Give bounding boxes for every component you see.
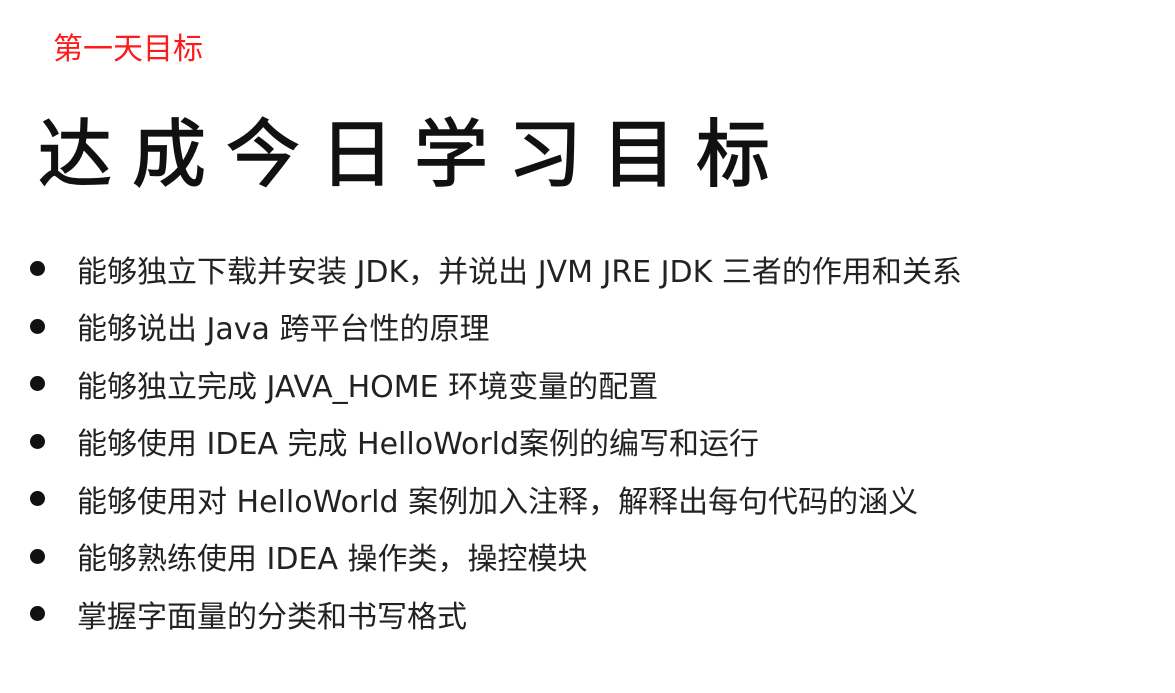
bullet-icon	[30, 606, 45, 622]
goal-list: 能够独立下载并安装 JDK，并说出 JVM JRE JDK 三者的作用和关系 能…	[30, 240, 962, 643]
goal-text: 掌握字面量的分类和书写格式	[77, 599, 467, 635]
goal-item-6: 能够熟练使用 IDEA 操作类，操控模块	[30, 528, 962, 586]
bullet-icon	[30, 548, 45, 564]
bullet-icon	[30, 433, 45, 449]
day-label: 第一天目标	[53, 32, 203, 67]
page-title: 达成今日学习目标	[37, 111, 790, 199]
goal-item-3: 能够独立完成 JAVA_HOME 环境变量的配置	[30, 355, 962, 413]
goal-text: 能够独立完成 JAVA_HOME 环境变量的配置	[77, 369, 659, 405]
bullet-icon	[30, 318, 45, 334]
goal-item-7: 掌握字面量的分类和书写格式	[30, 585, 962, 643]
goal-text: 能够说出 Java 跨平台性的原理	[77, 312, 490, 348]
goal-item-2: 能够说出 Java 跨平台性的原理	[30, 298, 962, 356]
goal-item-1: 能够独立下载并安装 JDK，并说出 JVM JRE JDK 三者的作用和关系	[30, 240, 962, 298]
goal-text: 能够熟练使用 IDEA 操作类，操控模块	[77, 542, 588, 578]
bullet-icon	[30, 376, 45, 392]
slide-page: 第一天目标 达成今日学习目标 能够独立下载并安装 JDK，并说出 JVM JRE…	[0, 0, 1175, 693]
goal-item-4: 能够使用 IDEA 完成 HelloWorld案例的编写和运行	[30, 413, 962, 471]
goal-text: 能够使用对 HelloWorld 案例加入注释，解释出每句代码的涵义	[77, 484, 919, 520]
bullet-icon	[30, 261, 45, 277]
goal-text: 能够独立下载并安装 JDK，并说出 JVM JRE JDK 三者的作用和关系	[77, 254, 962, 290]
goal-text: 能够使用 IDEA 完成 HelloWorld案例的编写和运行	[77, 427, 760, 463]
bullet-icon	[30, 491, 45, 507]
goal-item-5: 能够使用对 HelloWorld 案例加入注释，解释出每句代码的涵义	[30, 470, 962, 528]
